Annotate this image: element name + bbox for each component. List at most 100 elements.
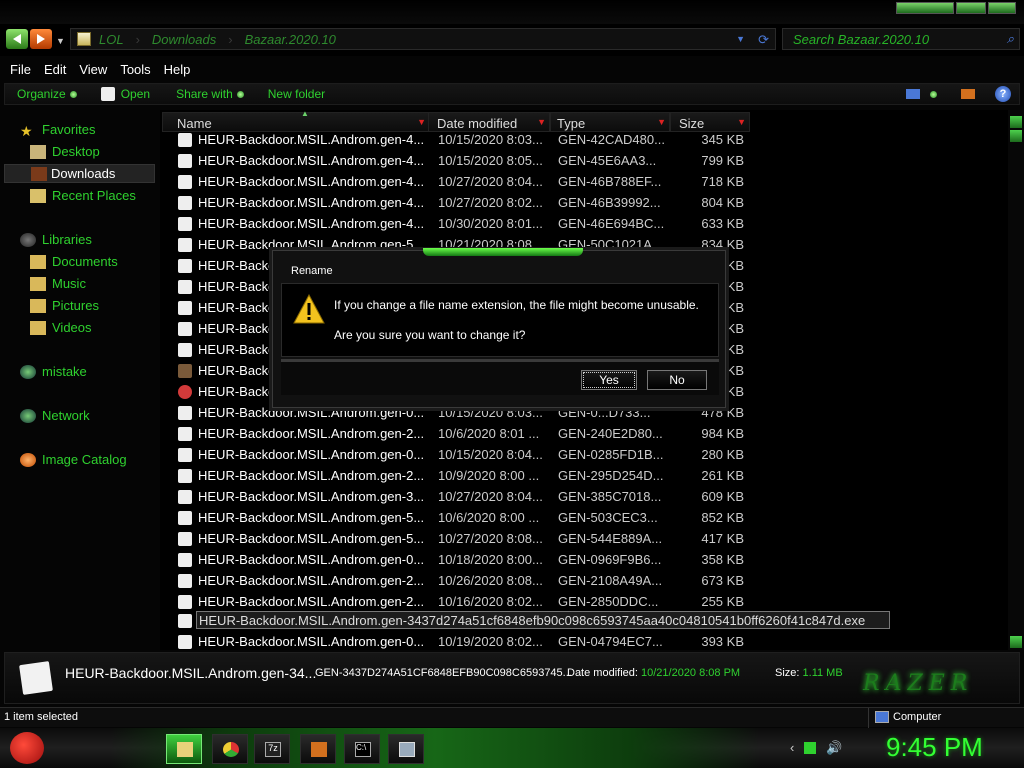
sidebar-item-label: Recent Places [52, 188, 136, 203]
file-date: 10/27/2020 8:04... [438, 489, 543, 504]
app-file-icon [178, 385, 192, 399]
address-bar[interactable]: LOL › Downloads › Bazaar.2020.10 ▼ ⟳ [70, 28, 776, 50]
taskbar-app-button[interactable] [300, 734, 336, 764]
column-filter-arrow-icon[interactable]: ▼ [537, 117, 546, 127]
taskbar-remote-desktop-button[interactable] [388, 734, 424, 764]
new-folder-button[interactable]: New folder [268, 87, 325, 101]
sidebar-item-music[interactable]: Music [30, 276, 86, 291]
sidebar-item-libraries[interactable]: Libraries [20, 232, 92, 247]
preview-pane-icon[interactable] [961, 89, 975, 99]
sidebar-item-desktop[interactable]: Desktop [30, 144, 100, 159]
sort-ascending-icon: ▲ [301, 109, 309, 118]
sidebar-item-label: Favorites [42, 122, 96, 137]
taskbar-glow [110, 728, 760, 768]
start-button-angry-bird-icon[interactable] [10, 732, 44, 764]
file-date: 10/6/2020 8:00 ... [438, 510, 540, 525]
file-date: 10/15/2020 8:04... [438, 447, 543, 462]
scroll-thumb[interactable] [1010, 130, 1022, 142]
razer-logo: RAZER [863, 671, 974, 696]
help-icon[interactable]: ? [995, 86, 1011, 102]
scroll-up-icon[interactable] [1010, 116, 1022, 128]
open-icon [100, 87, 115, 101]
file-type: GEN-503CEC3... [558, 510, 658, 525]
libraries-icon [20, 232, 36, 247]
no-button[interactable]: No [647, 370, 707, 390]
menu-file[interactable]: File [10, 62, 31, 77]
sidebar-item-videos[interactable]: Videos [30, 320, 92, 335]
column-filter-arrow-icon[interactable]: ▼ [657, 117, 666, 127]
search-icon[interactable]: ⌕ [1007, 31, 1014, 47]
minimize-button[interactable] [896, 2, 954, 14]
file-type: GEN-04794EC7... [558, 634, 663, 649]
column-header-size[interactable]: Size ▼ [670, 112, 750, 132]
menu-view[interactable]: View [79, 62, 107, 77]
sidebar-item-favorites[interactable]: ★ Favorites [20, 122, 96, 139]
taskbar-7zip-button[interactable]: 7z [254, 734, 290, 764]
sidebar-item-network[interactable]: Network [20, 408, 90, 423]
forward-button[interactable] [30, 29, 52, 49]
view-dropdown-dot-icon[interactable] [930, 90, 937, 98]
volume-icon[interactable]: 🔊 [826, 740, 842, 756]
change-view-icon[interactable] [906, 89, 920, 99]
file-icon [178, 175, 192, 189]
taskbar-chrome-button[interactable] [212, 734, 248, 764]
menu-tools[interactable]: Tools [120, 62, 150, 77]
menu-edit[interactable]: Edit [44, 62, 66, 77]
column-filter-arrow-icon[interactable]: ▼ [737, 117, 746, 127]
taskbar-explorer-button[interactable] [166, 734, 202, 764]
show-hidden-icons-icon[interactable]: ‹ [790, 740, 794, 756]
vertical-scrollbar[interactable] [1008, 110, 1024, 650]
scroll-down-icon[interactable] [1010, 636, 1022, 648]
file-icon [178, 427, 192, 441]
no-button-label: No [669, 373, 685, 387]
column-header-type[interactable]: Type ▼ [550, 112, 670, 132]
sidebar-item-documents[interactable]: Documents [30, 254, 118, 269]
breadcrumb-lol[interactable]: LOL [99, 32, 124, 47]
yes-button[interactable]: Yes [581, 370, 637, 390]
sidebar-item-recent-places[interactable]: Recent Places [30, 188, 136, 203]
organize-button[interactable]: Organize [17, 87, 77, 101]
network-tray-icon[interactable] [804, 742, 817, 754]
sidebar-item-label: Videos [52, 320, 92, 335]
recent-places-icon [30, 188, 46, 203]
taskbar-cmd-button[interactable]: C:\ [344, 734, 380, 764]
file-name: HEUR-Backdoor.MSIL.Androm.gen-4... [198, 174, 425, 189]
column-header-date[interactable]: Date modified ▼ [428, 112, 550, 132]
taskbar-clock[interactable]: 9:45 PM [886, 732, 983, 763]
breadcrumb-downloads[interactable]: Downloads [152, 32, 216, 47]
column-header-name[interactable]: ▲ Name ▼ [162, 109, 430, 132]
sidebar-item-pictures[interactable]: Pictures [30, 298, 99, 313]
search-input[interactable]: Search Bazaar.2020.10 ⌕ [782, 28, 1020, 50]
music-icon [30, 276, 46, 291]
back-button[interactable] [6, 29, 28, 49]
file-type: GEN-46B39992... [558, 195, 661, 210]
close-button[interactable] [988, 2, 1016, 14]
file-icon [178, 553, 192, 567]
file-date: 10/30/2020 8:01... [438, 216, 543, 231]
menu-help[interactable]: Help [164, 62, 191, 77]
breadcrumb-current-folder[interactable]: Bazaar.2020.10 [245, 32, 336, 47]
address-dropdown-icon[interactable]: ▼ [736, 34, 745, 44]
view-controls: ? [906, 86, 1011, 102]
column-filter-arrow-icon[interactable]: ▼ [417, 117, 426, 127]
sidebar-item-homegroup[interactable]: mistake [20, 364, 87, 379]
share-with-button[interactable]: Share with [176, 87, 244, 101]
menu-bar: File Edit View Tools Help [0, 58, 1024, 80]
refresh-icon[interactable]: ⟳ [758, 32, 769, 48]
search-placeholder: Search Bazaar.2020.10 [793, 32, 930, 47]
file-type: GEN-2108A49A... [558, 573, 663, 588]
rename-input[interactable]: HEUR-Backdoor.MSIL.Androm.gen-3437d274a5… [196, 611, 890, 629]
command-bar: Organize Open Share with New folder ? [4, 83, 1020, 105]
sidebar-item-label: Pictures [52, 298, 99, 313]
file-name: HEUR-Backdoor.MSIL.Androm.gen-5... [198, 531, 425, 546]
file-name: HEUR-Backdoor.MSIL.Androm.gen-2... [198, 426, 425, 441]
open-button[interactable]: Open [100, 87, 150, 101]
sidebar-item-image-catalog[interactable]: Image Catalog [20, 452, 127, 467]
sidebar-item-label: Downloads [51, 166, 116, 181]
maximize-button[interactable] [956, 2, 986, 14]
sidebar-item-downloads[interactable]: Downloads [4, 164, 155, 183]
details-size: Size: 1.11 MB [775, 667, 843, 679]
column-header-label: Size [679, 116, 705, 131]
file-name: HEUR-Backdoor.MSIL.Androm.gen-2... [198, 468, 425, 483]
recent-pages-dropdown-icon[interactable]: ▼ [56, 36, 65, 46]
